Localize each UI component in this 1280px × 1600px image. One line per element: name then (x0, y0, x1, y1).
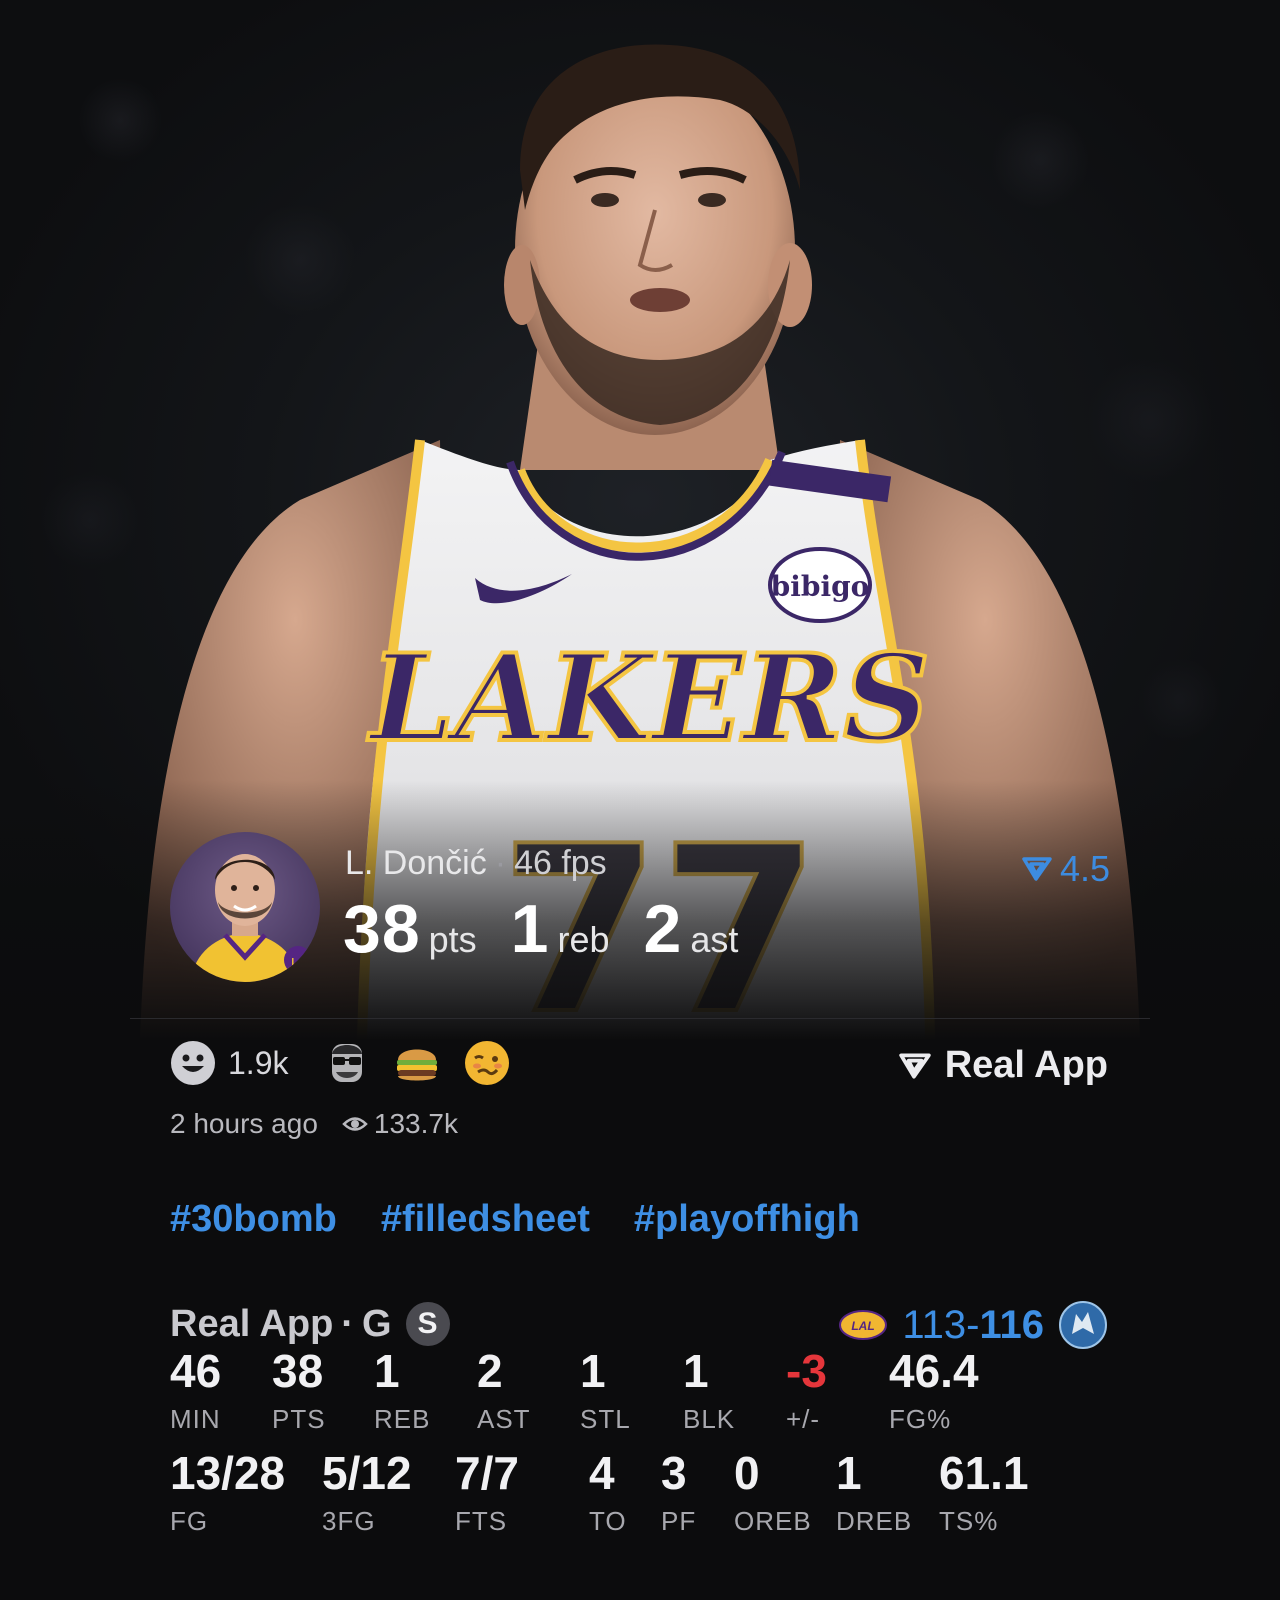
timberwolves-logo-icon (1059, 1301, 1107, 1349)
hashtag-link[interactable]: #filledsheet (381, 1198, 590, 1241)
reaction-count: 1.9k (228, 1044, 289, 1081)
stat-ast: 2 AST (477, 1344, 531, 1435)
stat-value: 46 (170, 1345, 222, 1397)
stat-label: MIN (170, 1404, 221, 1434)
stat-label: STL (580, 1404, 631, 1434)
stat-label: 3FG (322, 1506, 376, 1536)
player-avatar[interactable]: LA (170, 832, 320, 982)
svg-text:LA: LA (291, 957, 304, 968)
assists-unit: ast (690, 919, 739, 960)
points-unit: pts (428, 919, 477, 960)
stat-3fg: 5/12 3FG (322, 1446, 412, 1537)
stat-label: FTS (455, 1506, 508, 1536)
real-app-label: Real App (944, 1044, 1108, 1086)
score-opponent: 116 (979, 1302, 1044, 1347)
stat-value: 38 (272, 1345, 324, 1397)
stat-value: -3 (786, 1345, 827, 1397)
stat-value: 1 (580, 1345, 606, 1397)
stat-value: 0 (734, 1447, 760, 1499)
player-card[interactable]: LA L. Dončić · 46 fps 38 pts 1 reb 2 ast 4… (170, 832, 1110, 982)
stat-label: FG% (889, 1404, 952, 1434)
svg-text:LAKERS: LAKERS (367, 628, 930, 769)
stat-value: 13/28 (170, 1447, 286, 1499)
stat-value: 1 (374, 1345, 400, 1397)
assists-value: 2 (643, 891, 683, 967)
stat-label: FG (170, 1506, 209, 1536)
stat-blk: 1 BLK (683, 1344, 735, 1435)
real-app-logo-icon (1022, 857, 1052, 881)
game-score[interactable]: LAL 113-116 (838, 1300, 1108, 1350)
hashtag-link[interactable]: #playoffhigh (634, 1198, 860, 1241)
points-value: 38 (343, 891, 421, 967)
reactions-row: 1.9k (170, 1040, 534, 1086)
stat-oreb: 0 OREB (734, 1446, 812, 1537)
stat-fts: 7/7 FTS (455, 1446, 519, 1537)
game-header: Real App · G S (170, 1302, 450, 1346)
real-app-logo-icon (898, 1052, 931, 1079)
hashtag-link[interactable]: #30bomb (170, 1198, 337, 1241)
real-app-link[interactable]: Real App (898, 1044, 1108, 1087)
stat-label: TS% (939, 1506, 999, 1536)
rebounds-unit: reb (557, 919, 610, 960)
svg-text:LAL: LAL (852, 1319, 875, 1333)
separator-dot: · (341, 1302, 354, 1345)
hashtag-list: #30bomb #filledsheet #playoffhigh (170, 1198, 860, 1241)
stat-label: BLK (683, 1404, 736, 1434)
burger-emoji-icon[interactable] (394, 1040, 440, 1086)
stat-value: 1 (683, 1345, 709, 1397)
stat-value: 5/12 (322, 1447, 412, 1499)
stat-value: 1 (836, 1447, 862, 1499)
stat-label: PF (661, 1506, 697, 1536)
smile-icon[interactable] (170, 1040, 216, 1086)
boost-badge[interactable]: 4.5 (1022, 848, 1110, 890)
fantasy-points: 46 fps (514, 844, 607, 882)
player-name[interactable]: L. Dončić (345, 844, 487, 882)
boost-value: 4.5 (1059, 848, 1110, 889)
views-value: 133.7k (373, 1108, 458, 1139)
lakers-logo-icon: LAL (839, 1310, 888, 1340)
stat-value: 3 (661, 1447, 687, 1499)
stat-fg: 13/28 FG (170, 1446, 285, 1537)
rebounds-value: 1 (510, 891, 550, 967)
stat-label: TO (589, 1506, 627, 1536)
stat-fg-pct: 46.4 FG% (889, 1344, 979, 1435)
stat-value: 46.4 (889, 1345, 979, 1397)
stat-value: 2 (477, 1345, 503, 1397)
view-count: 133.7k (342, 1108, 458, 1140)
stat-stl: 1 STL (580, 1344, 631, 1435)
stat-label: PTS (272, 1404, 326, 1434)
player-name-line: L. Dončić · 46 fps (345, 844, 607, 883)
post-meta: 2 hours ago 133.7k (170, 1108, 458, 1140)
stat-label: DREB (836, 1506, 913, 1536)
stat-min: 46 MIN (170, 1344, 221, 1435)
stat-label: AST (477, 1404, 531, 1434)
svg-text:bibigo: bibigo (771, 570, 870, 603)
stat-label: +/- (786, 1404, 821, 1434)
stat-ts-pct: 61.1 TS% (939, 1446, 1029, 1537)
divider (130, 1018, 1150, 1019)
stat-pf: 3 PF (661, 1446, 696, 1537)
time-ago: 2 hours ago (170, 1108, 318, 1139)
player-headshot-icon: LA (190, 854, 312, 982)
separator-dot: · (494, 844, 507, 882)
stat-pts: 38 PTS (272, 1344, 326, 1435)
stat-value: 61.1 (939, 1447, 1029, 1499)
sunglasses-emoji-icon[interactable] (324, 1040, 370, 1086)
stat-plus-minus: -3 +/- (786, 1344, 827, 1435)
woozy-emoji-icon[interactable] (464, 1040, 510, 1086)
stat-label: REB (374, 1404, 431, 1434)
starter-badge: S (405, 1302, 450, 1346)
game-source[interactable]: Real App (170, 1303, 333, 1346)
stat-reb: 1 REB (374, 1344, 430, 1435)
stat-dreb: 1 DREB (836, 1446, 912, 1537)
stat-value: 7/7 (455, 1447, 519, 1499)
player-position: G (361, 1302, 392, 1345)
eye-icon (342, 1117, 368, 1131)
stat-value: 4 (589, 1447, 615, 1499)
score-separator: - (966, 1302, 980, 1347)
score-lakers: 113 (902, 1302, 967, 1347)
stat-label: OREB (734, 1506, 812, 1536)
stat-to: 4 TO (589, 1446, 627, 1537)
player-stat-line: 38 pts 1 reb 2 ast (343, 890, 772, 968)
